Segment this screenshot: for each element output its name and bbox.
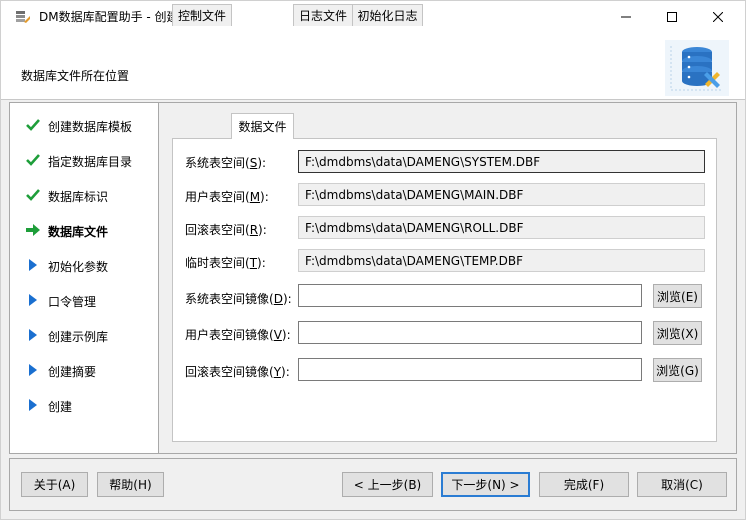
tab-init-log[interactable]: 初始化日志 bbox=[352, 4, 423, 26]
step-label: 创建摘要 bbox=[48, 365, 97, 379]
triangle-right-icon bbox=[25, 362, 41, 378]
step-item-summary: 创建摘要 bbox=[10, 359, 158, 381]
system-mirror-label: 系统表空间镜像(D): bbox=[185, 292, 292, 306]
finish-button[interactable]: 完成(F) bbox=[539, 472, 629, 497]
user-tablespace-field[interactable]: F:\dmdbms\data\DAMENG\MAIN.DBF bbox=[298, 183, 705, 206]
dialog-window: DM数据库配置助手 - 创建数据库 数据库文件所在位置 创建数据库模板 指定数据… bbox=[0, 0, 746, 520]
wizard-header: 数据库文件所在位置 bbox=[1, 32, 745, 100]
page-title: 数据库文件所在位置 bbox=[21, 69, 130, 83]
rollback-mirror-input[interactable] bbox=[298, 358, 642, 381]
temp-tablespace-field[interactable]: F:\dmdbms\data\DAMENG\TEMP.DBF bbox=[298, 249, 705, 272]
cancel-button[interactable]: 取消(C) bbox=[637, 472, 727, 497]
minimize-button[interactable] bbox=[603, 1, 649, 32]
step-item-template: 创建数据库模板 bbox=[10, 114, 158, 136]
system-tablespace-field[interactable]: F:\dmdbms\data\DAMENG\SYSTEM.DBF bbox=[298, 150, 705, 173]
step-item-directory: 指定数据库目录 bbox=[10, 149, 158, 171]
step-label: 创建示例库 bbox=[48, 330, 109, 344]
triangle-right-icon bbox=[25, 292, 41, 308]
checkmark-icon bbox=[25, 117, 41, 133]
step-item-identifier: 数据库标识 bbox=[10, 184, 158, 206]
checkmark-icon bbox=[25, 152, 41, 168]
step-label: 指定数据库目录 bbox=[48, 155, 133, 169]
system-tablespace-label: 系统表空间(S): bbox=[185, 156, 267, 170]
wizard-steps: 创建数据库模板 指定数据库目录 数据库标识 数据库文件 初始化参数 口令管理 创… bbox=[9, 102, 159, 454]
user-mirror-label: 用户表空间镜像(V): bbox=[185, 328, 291, 342]
user-mirror-input[interactable] bbox=[298, 321, 642, 344]
help-button[interactable]: 帮助(H) bbox=[97, 472, 164, 497]
step-item-init-params: 初始化参数 bbox=[10, 254, 158, 276]
browse-user-mirror-button[interactable]: 浏览(X) bbox=[653, 321, 702, 345]
rollback-mirror-label: 回滚表空间镜像(Y): bbox=[185, 365, 290, 379]
browse-system-mirror-button[interactable]: 浏览(E) bbox=[653, 284, 702, 308]
temp-tablespace-label: 临时表空间(T): bbox=[185, 256, 266, 270]
minimize-icon bbox=[621, 16, 631, 17]
step-label: 数据库文件 bbox=[48, 225, 109, 239]
step-item-sample-db: 创建示例库 bbox=[10, 324, 158, 346]
tab-log-files[interactable]: 日志文件 bbox=[293, 4, 353, 26]
step-label: 初始化参数 bbox=[48, 260, 109, 274]
maximize-icon bbox=[667, 11, 677, 22]
step-label: 创建 bbox=[48, 400, 73, 414]
maximize-button[interactable] bbox=[649, 1, 695, 32]
browse-rollback-mirror-button[interactable]: 浏览(G) bbox=[653, 358, 702, 382]
rollback-tablespace-label: 回滚表空间(R): bbox=[185, 223, 267, 237]
next-button[interactable]: 下一步(N) > bbox=[441, 472, 530, 497]
triangle-right-icon bbox=[25, 397, 41, 413]
step-label: 创建数据库模板 bbox=[48, 120, 133, 134]
system-mirror-input[interactable] bbox=[298, 284, 642, 307]
step-item-create: 创建 bbox=[10, 394, 158, 416]
triangle-right-icon bbox=[25, 257, 41, 273]
app-icon bbox=[15, 9, 31, 25]
step-item-database-files: 数据库文件 bbox=[10, 219, 158, 241]
checkmark-icon bbox=[25, 187, 41, 203]
close-button[interactable] bbox=[695, 1, 741, 32]
step-label: 数据库标识 bbox=[48, 190, 109, 204]
close-icon bbox=[713, 11, 723, 22]
rollback-tablespace-field[interactable]: F:\dmdbms\data\DAMENG\ROLL.DBF bbox=[298, 216, 705, 239]
tab-data-files[interactable]: 数据文件 bbox=[231, 113, 294, 139]
step-label: 口令管理 bbox=[48, 295, 97, 309]
current-arrow-icon bbox=[25, 222, 41, 238]
user-tablespace-label: 用户表空间(M): bbox=[185, 190, 269, 204]
about-button[interactable]: 关于(A) bbox=[21, 472, 88, 497]
tab-control-files[interactable]: 控制文件 bbox=[172, 4, 232, 26]
triangle-right-icon bbox=[25, 327, 41, 343]
database-tools-icon bbox=[665, 40, 729, 96]
step-item-password: 口令管理 bbox=[10, 289, 158, 311]
prev-button[interactable]: < 上一步(B) bbox=[342, 472, 433, 497]
